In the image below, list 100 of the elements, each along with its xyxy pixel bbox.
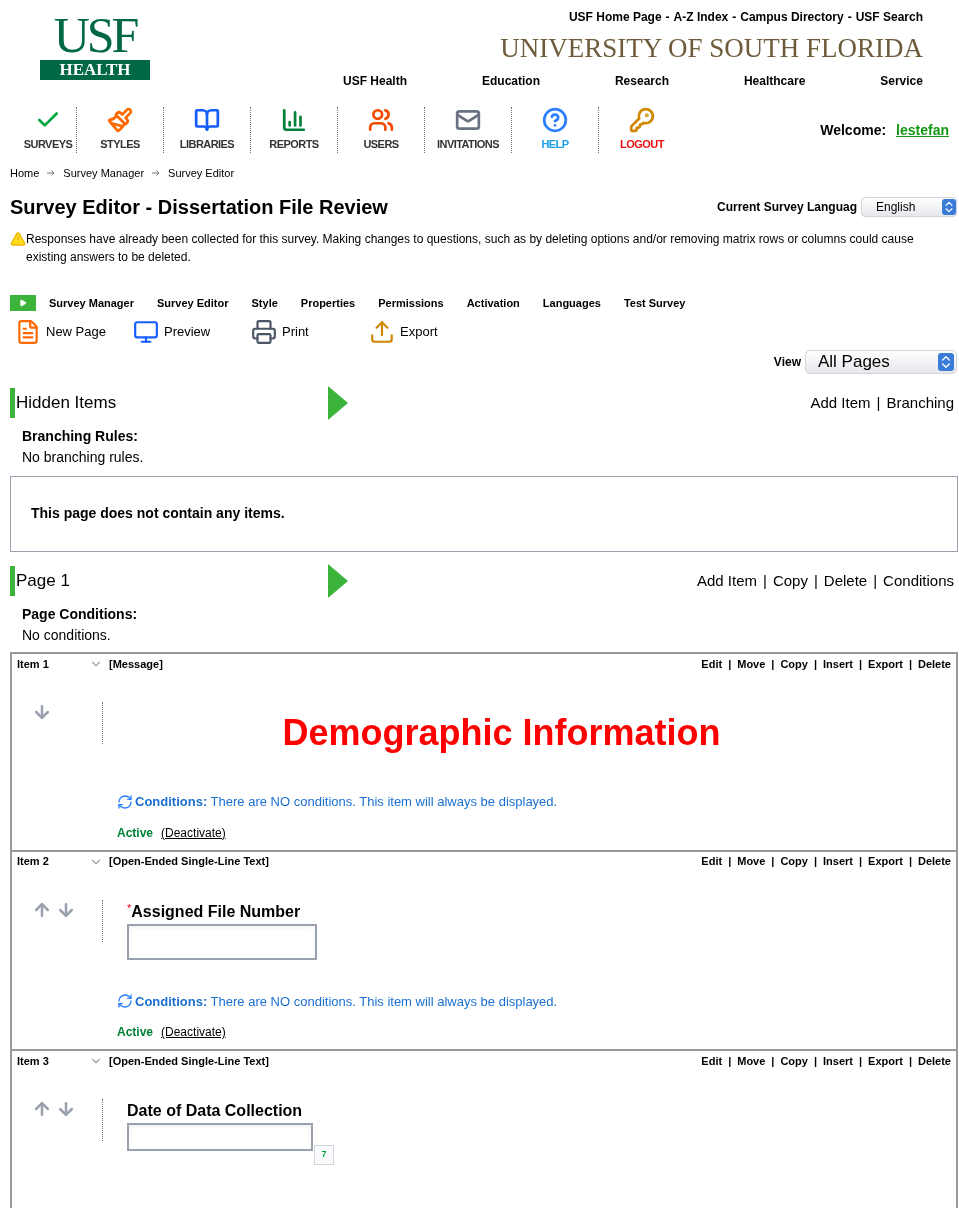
action-link[interactable]: Delete <box>917 853 951 870</box>
action-link[interactable]: Copy <box>780 655 808 673</box>
editor-tab[interactable]: Test Survey <box>623 294 686 312</box>
breadcrumb-link[interactable]: Home <box>10 164 40 182</box>
action-link[interactable]: Move <box>737 1052 766 1070</box>
toolbar-button[interactable]: USERS <box>338 107 424 153</box>
usf-health-logo[interactable]: USF HEALTH <box>40 10 150 82</box>
link-separator: | <box>908 854 912 870</box>
action-link[interactable]: Add Item <box>810 391 871 415</box>
link-separator: | <box>876 392 881 413</box>
user-link[interactable]: lestefan <box>896 119 949 141</box>
item-type: [Open-Ended Single-Line Text] <box>109 1053 269 1069</box>
link-separator: | <box>908 1053 912 1069</box>
link-separator: | <box>858 1053 863 1069</box>
editor-tab[interactable]: Permissions <box>378 294 444 312</box>
toolbar-button[interactable]: LIBRARIES <box>164 107 250 153</box>
action-link[interactable]: Export <box>868 853 903 870</box>
action-link[interactable]: Edit <box>701 1052 723 1070</box>
action-link[interactable]: Insert <box>823 1052 853 1070</box>
action-link[interactable]: Export <box>868 1052 903 1070</box>
toolbar-button[interactable]: SURVEYS <box>20 107 76 153</box>
link-separator: | <box>813 656 817 672</box>
refresh-icon <box>117 993 133 1010</box>
item-number: Item 1 <box>17 656 50 672</box>
stepper-icon <box>938 353 954 371</box>
action-link[interactable]: Copy <box>780 853 808 870</box>
expand-arrow-icon[interactable] <box>328 564 348 598</box>
toolbar-button[interactable]: STYLES <box>77 107 163 153</box>
view-select[interactable]: All Pages <box>805 350 957 374</box>
toolbar-button[interactable]: INVITATIONS <box>425 107 511 153</box>
link-separator: | <box>858 854 863 870</box>
header-link[interactable]: USF Home Page <box>568 8 662 26</box>
link-separator: | <box>771 1053 775 1069</box>
deactivate-link[interactable]: (Deactivate) <box>161 1023 226 1041</box>
toolbar-action[interactable]: New Page <box>14 319 132 345</box>
editor-tab[interactable]: Survey Editor <box>157 294 229 312</box>
conditions-text: Conditions: There are NO conditions. This item will always be displayed. <box>135 992 558 1011</box>
stepper-icon <box>942 199 956 215</box>
nav-link[interactable]: Education <box>481 72 540 90</box>
move-down-icon[interactable] <box>56 1099 76 1119</box>
link-separator: - <box>665 9 670 26</box>
action-link[interactable]: Add Item <box>696 569 757 593</box>
action-link[interactable]: Copy <box>780 1052 808 1070</box>
item-number: Item 2 <box>17 854 50 870</box>
toolbar-button[interactable]: LOGOUT <box>599 107 685 153</box>
editor-tab[interactable]: Survey Manager <box>49 294 134 312</box>
link-separator: | <box>908 656 912 672</box>
action-link[interactable]: Conditions <box>883 569 954 593</box>
editor-tab[interactable]: Style <box>251 294 278 312</box>
toolbar-action[interactable]: Preview <box>132 319 250 345</box>
logo-text: USF <box>53 10 137 60</box>
action-link[interactable]: Move <box>737 655 766 673</box>
nav-link[interactable]: Healthcare <box>743 72 806 90</box>
nav-link[interactable]: Service <box>880 72 923 90</box>
move-down-icon[interactable] <box>32 702 52 722</box>
toolbar-button[interactable]: REPORTS <box>251 107 337 153</box>
action-link[interactable]: Move <box>737 853 766 870</box>
logo-subtext: HEALTH <box>40 60 150 80</box>
action-link[interactable]: Branching <box>886 391 954 415</box>
editor-tab[interactable]: Languages <box>542 294 601 312</box>
action-link[interactable]: Edit <box>701 853 723 870</box>
required-mark: * <box>127 900 132 914</box>
play-icon[interactable] <box>10 295 36 311</box>
rules-text: No branching rules. <box>22 448 145 467</box>
page-marker <box>10 566 15 596</box>
action-link[interactable]: Delete <box>823 569 868 593</box>
item-type: [Open-Ended Single-Line Text] <box>109 854 269 870</box>
editor-tab[interactable]: Properties <box>300 294 356 312</box>
refresh-icon <box>117 793 133 810</box>
warning-message: Responses have already been collected for this survey. Making changes to questions, such as by deleting options and/or removing matrix rows or columns could cause existing answers to be deleted. <box>26 231 915 266</box>
date-field[interactable] <box>127 1123 313 1151</box>
expand-arrow-icon[interactable] <box>328 386 348 420</box>
action-link[interactable]: Delete <box>917 1052 951 1070</box>
deactivate-link[interactable]: (Deactivate) <box>161 823 226 842</box>
university-name: UNIVERSITY OF SOUTH FLORIDA <box>500 32 923 64</box>
toolbar-action[interactable]: Export <box>368 319 486 345</box>
move-up-icon[interactable] <box>32 1099 52 1119</box>
header-link[interactable]: Campus Directory <box>740 8 844 26</box>
link-separator: - <box>847 9 852 26</box>
editor-tab[interactable]: Activation <box>466 294 520 312</box>
action-link[interactable]: Copy <box>772 569 808 593</box>
action-link[interactable]: Insert <box>823 655 853 673</box>
action-link[interactable]: Insert <box>823 853 853 870</box>
header-link[interactable]: A-Z Index <box>673 8 729 26</box>
toolbar-action[interactable]: Print <box>250 319 368 345</box>
language-select[interactable]: English <box>861 197 957 217</box>
welcome-label: Welcome: <box>820 120 887 140</box>
breadcrumb-link[interactable]: Survey Editor <box>168 164 235 182</box>
link-separator: | <box>771 656 775 672</box>
message-heading: Demographic Information <box>281 711 722 755</box>
header-link[interactable]: USF Search <box>855 8 923 26</box>
link-separator: | <box>813 570 818 591</box>
nav-link[interactable]: USF Health <box>343 72 407 90</box>
action-link[interactable]: Export <box>868 655 903 673</box>
nav-link[interactable]: Research <box>614 72 669 90</box>
link-separator: | <box>728 656 732 672</box>
breadcrumb-link[interactable]: Survey Manager <box>63 164 145 182</box>
text-field[interactable] <box>127 923 317 960</box>
action-link[interactable]: Delete <box>917 655 951 673</box>
action-link[interactable]: Edit <box>701 655 723 673</box>
